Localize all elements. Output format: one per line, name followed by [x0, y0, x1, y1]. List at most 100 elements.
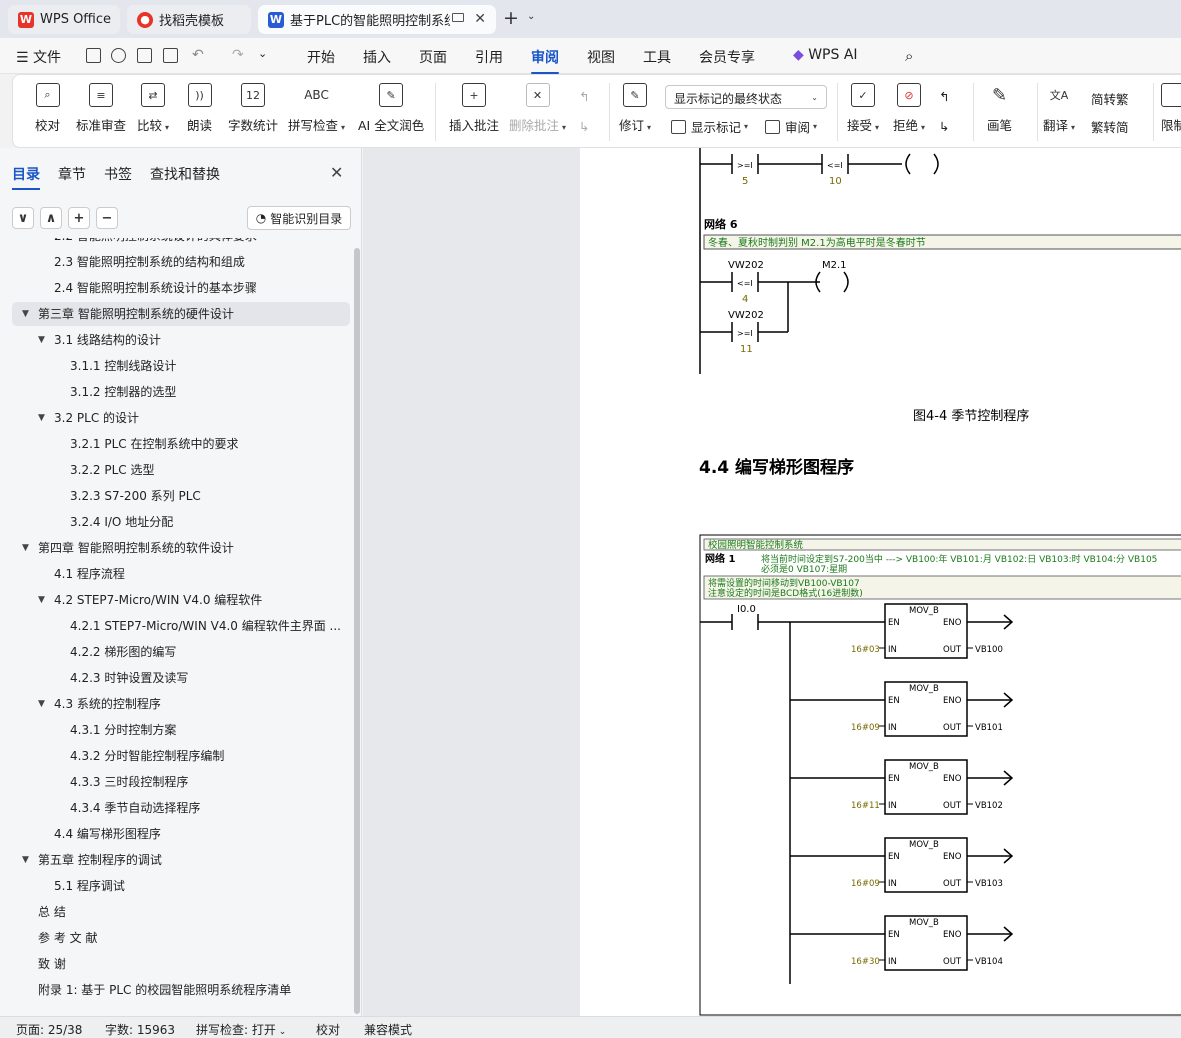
toc-item[interactable]: 3.1.1 控制线路设计: [12, 354, 350, 378]
delete-comment-button[interactable]: ✕ 删除批注 ▾: [509, 83, 566, 134]
toc-item[interactable]: 3.2.1 PLC 在控制系统中的要求: [12, 432, 350, 456]
restrict-button[interactable]: 限制: [1161, 83, 1181, 134]
new-tab-icon[interactable]: +: [503, 9, 519, 28]
wps-ai-menu[interactable]: ◆ WPS AI: [793, 47, 858, 63]
review-pane-button[interactable]: 审阅 ▾: [765, 117, 817, 136]
standard-review-button[interactable]: ≡ 标准审查: [76, 83, 126, 134]
tab-chapters[interactable]: 章节: [58, 164, 86, 184]
menu-page[interactable]: 页面: [419, 47, 447, 67]
toc-item[interactable]: 附录 1: 基于 PLC 的校园智能照明系统程序清单: [12, 978, 350, 1002]
menu-start[interactable]: 开始: [307, 47, 335, 67]
read-aloud-button[interactable]: )) 朗读: [187, 83, 212, 134]
expand-caret-icon[interactable]: ▼: [22, 302, 29, 326]
toc-item[interactable]: ▼ 第五章 控制程序的调试: [12, 848, 350, 872]
track-changes-button[interactable]: ✎ 修订 ▾: [619, 83, 651, 134]
expand-caret-icon[interactable]: ▼: [22, 536, 29, 560]
expand-caret-icon[interactable]: ▼: [38, 406, 45, 430]
toc-item[interactable]: ▼ 3.2 PLC 的设计: [12, 406, 350, 430]
toc-item[interactable]: ▼ 3.1 线路结构的设计: [12, 328, 350, 352]
search-icon[interactable]: ⌕: [905, 47, 913, 65]
toc-item[interactable]: ▼ 4.2 STEP7-Micro/WIN V4.0 编程软件: [12, 588, 350, 612]
monitor-icon[interactable]: [452, 13, 464, 22]
expand-caret-icon[interactable]: ▼: [38, 588, 45, 612]
compare-button[interactable]: ⇄ 比较 ▾: [137, 83, 169, 134]
toc-item[interactable]: 3.2.3 S7-200 系列 PLC: [12, 484, 350, 508]
ai-proof-button[interactable]: ✎ AI 全文润色: [358, 83, 424, 134]
file-menu[interactable]: ☰ 文件: [16, 47, 61, 67]
move-up-button[interactable]: ∧: [40, 207, 62, 229]
tab-wps-office[interactable]: W WPS Office: [8, 5, 120, 34]
insert-comment-button[interactable]: + 插入批注: [449, 83, 499, 134]
chevron-down-icon[interactable]: ⌄: [258, 47, 267, 60]
menu-reference[interactable]: 引用: [475, 47, 503, 67]
toc-item[interactable]: ▼ 第四章 智能照明控制系统的软件设计: [12, 536, 350, 560]
toc-item[interactable]: 2.4 智能照明控制系统设计的基本步骤: [12, 276, 350, 300]
tab-bookmarks[interactable]: 书签: [104, 164, 132, 184]
toc-item[interactable]: 2.3 智能照明控制系统的结构和组成: [12, 250, 350, 274]
proofread-status[interactable]: 校对: [316, 1021, 340, 1038]
toc-item[interactable]: 4.4 编写梯形图程序: [12, 822, 350, 846]
save-icon[interactable]: [86, 48, 101, 63]
toc-item[interactable]: 4.1 程序流程: [12, 562, 350, 586]
toc-item[interactable]: 致 谢: [12, 952, 350, 976]
page-indicator[interactable]: 页面: 25/38: [16, 1021, 82, 1038]
spell-check-button[interactable]: ABC 拼写检查 ▾: [288, 83, 345, 134]
toc-item[interactable]: ▼ 第三章 智能照明控制系统的硬件设计: [12, 302, 350, 326]
markup-display-select[interactable]: 显示标记的最终状态 ⌄: [665, 85, 827, 109]
to-traditional-button[interactable]: 简 转繁: [1091, 89, 1129, 108]
chevron-down-icon[interactable]: ⌄: [527, 11, 535, 22]
menu-review[interactable]: 审阅: [531, 47, 559, 74]
reject-button[interactable]: ⊘ 拒绝 ▾: [893, 83, 925, 134]
toc-item[interactable]: 4.3.4 季节自动选择程序: [12, 796, 350, 820]
expand-caret-icon[interactable]: ▼: [38, 328, 45, 352]
expand-caret-icon[interactable]: ▼: [22, 848, 29, 872]
word-count-indicator[interactable]: 字数: 15963: [105, 1021, 175, 1038]
toc-item[interactable]: 3.1.2 控制器的选型: [12, 380, 350, 404]
add-heading-button[interactable]: +: [68, 207, 90, 229]
to-simplified-button[interactable]: 繁 转简: [1091, 117, 1129, 136]
toc-item[interactable]: 4.2.3 时钟设置及读写: [12, 666, 350, 690]
tab-find-replace[interactable]: 查找和替换: [150, 164, 220, 184]
print-icon[interactable]: [137, 48, 152, 63]
tools-icon[interactable]: [111, 48, 126, 63]
prev-comment-icon[interactable]: ↰: [579, 89, 589, 104]
next-change-icon[interactable]: ↳: [939, 119, 949, 134]
toc-item[interactable]: 3.2.2 PLC 选型: [12, 458, 350, 482]
word-count-button[interactable]: 12 字数统计: [228, 83, 278, 134]
toc-item[interactable]: 5.1 程序调试: [12, 874, 350, 898]
proofread-button[interactable]: ⌕ 校对: [35, 83, 60, 134]
toc-item[interactable]: ▼ 4.3 系统的控制程序: [12, 692, 350, 716]
close-icon[interactable]: ✕: [330, 163, 343, 182]
tab-toc[interactable]: 目录: [12, 164, 40, 190]
menu-tools[interactable]: 工具: [643, 47, 671, 67]
menu-view[interactable]: 视图: [587, 47, 615, 67]
redo-icon[interactable]: ↷: [232, 47, 244, 63]
collapse-all-button[interactable]: ∨: [12, 207, 34, 229]
toc-item[interactable]: 4.2.2 梯形图的编写: [12, 640, 350, 664]
toc-item[interactable]: 4.3.3 三时段控制程序: [12, 770, 350, 794]
toc-item[interactable]: 总 结: [12, 900, 350, 924]
translate-button[interactable]: 文A 翻译 ▾: [1043, 83, 1075, 134]
pen-button[interactable]: ✎ 画笔: [987, 83, 1012, 134]
remove-heading-button[interactable]: −: [96, 207, 118, 229]
spell-check-status[interactable]: 拼写检查: 打开 ⌄: [196, 1021, 286, 1038]
undo-icon[interactable]: ↶: [192, 47, 204, 63]
show-markup-button[interactable]: 显示标记 ▾: [671, 117, 748, 136]
menu-insert[interactable]: 插入: [363, 47, 391, 67]
print-preview-icon[interactable]: [163, 48, 178, 63]
toc-item[interactable]: 3.2.4 I/O 地址分配: [12, 510, 350, 534]
toc-item[interactable]: 4.2.1 STEP7-Micro/WIN V4.0 编程软件主界面 ...: [12, 614, 350, 638]
close-tab-icon[interactable]: ✕: [474, 11, 486, 27]
toc-item[interactable]: 4.3.1 分时控制方案: [12, 718, 350, 742]
accept-button[interactable]: ✓ 接受 ▾: [847, 83, 879, 134]
next-comment-icon[interactable]: ↳: [579, 119, 589, 134]
toc-item[interactable]: 2.2 智能照明控制系统设计的具体要求: [12, 238, 350, 248]
scrollbar-thumb[interactable]: [354, 248, 360, 1014]
toc-item[interactable]: 4.3.2 分时智能控制程序编制: [12, 744, 350, 768]
tab-docer[interactable]: ● 找稻壳模板: [127, 5, 251, 34]
prev-change-icon[interactable]: ↰: [939, 89, 949, 104]
expand-caret-icon[interactable]: ▼: [38, 692, 45, 716]
smart-toc-button[interactable]: ◔ 智能识别目录: [247, 206, 351, 230]
tab-document[interactable]: W 基于PLC的智能照明控制系统... ✕: [258, 5, 496, 34]
menu-member[interactable]: 会员专享: [699, 47, 755, 67]
